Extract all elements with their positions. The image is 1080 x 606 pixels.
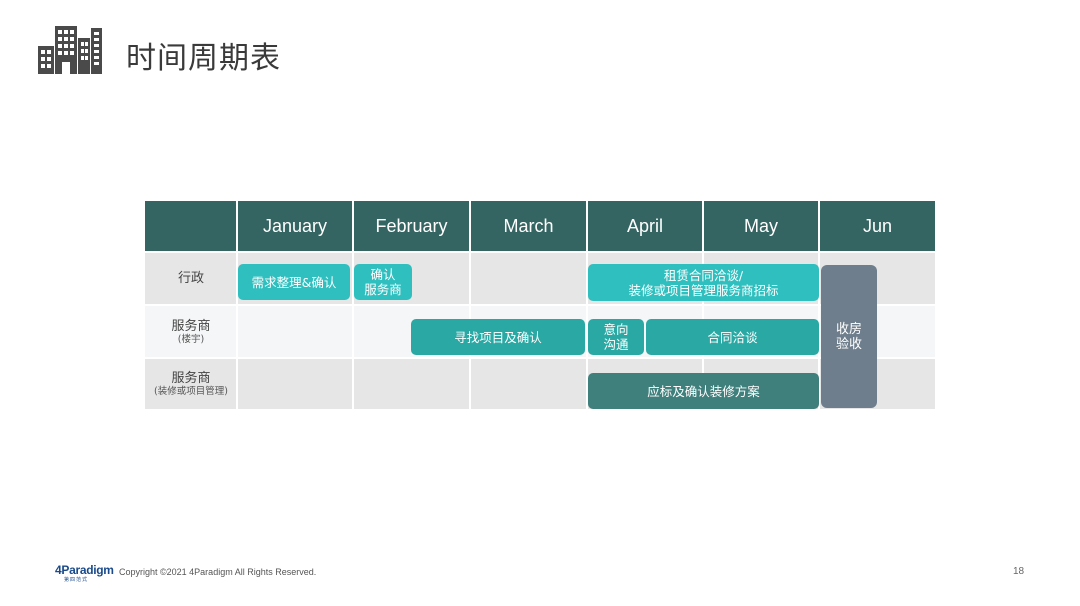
- task-label-line2: 服务商: [364, 282, 402, 297]
- task-contract-negotiation: 合同洽谈: [646, 319, 819, 355]
- schedule-table: January February March April May Jun 行政 …: [145, 201, 935, 409]
- task-find-project: 寻找项目及确认: [411, 319, 585, 355]
- task-label-line1: 意向: [603, 322, 629, 337]
- task-needs-confirmation: 需求整理&确认: [238, 264, 350, 300]
- copyright-text: Copyright ©2021 4Paradigm All Rights Res…: [119, 567, 317, 577]
- row-sublabel-text: (装修或项目管理): [154, 386, 228, 397]
- task-label: 寻找项目及确认: [454, 329, 542, 345]
- task-bid-renovation-plan: 应标及确认装修方案: [588, 373, 819, 409]
- column-header-january: January: [238, 201, 352, 251]
- task-label-line2: 装修或项目管理服务商招标: [628, 282, 779, 298]
- milestone-label-line1: 收房: [835, 321, 862, 337]
- task-intent-communication: 意向 沟通: [588, 319, 644, 355]
- row-label-vendor-renovation: 服务商 (装修或项目管理): [145, 359, 237, 409]
- milestone-label-line2: 验收: [835, 336, 862, 352]
- company-logo: 4Paradigm 第四范式: [55, 563, 114, 583]
- row-label-text: 服务商: [171, 318, 211, 334]
- logo-text: 4Paradigm: [55, 563, 114, 577]
- milestone-handover-inspection: 收房 验收: [821, 265, 877, 408]
- column-header-may: May: [704, 201, 818, 251]
- task-confirm-vendor: 确认 服务商: [354, 264, 412, 300]
- column-header-february: February: [354, 201, 469, 251]
- task-label: 需求整理&确认: [251, 274, 337, 290]
- column-header-march: March: [471, 201, 586, 251]
- page-title: 时间周期表: [126, 41, 281, 76]
- column-header-april: April: [588, 201, 702, 251]
- row-label-text: 行政: [177, 271, 204, 286]
- logo-subtext: 第四范式: [64, 577, 89, 583]
- column-header-jun: Jun: [820, 201, 935, 251]
- row-label-text: 服务商: [171, 371, 211, 386]
- row-label-vendor-building: 服务商 (楼宇): [145, 306, 237, 357]
- header-corner-cell: [145, 201, 236, 251]
- row-label-admin: 行政: [145, 253, 237, 304]
- task-label: 合同洽谈: [707, 329, 758, 345]
- buildings-icon: [38, 26, 102, 74]
- task-lease-negotiation: 租赁合同洽谈/ 装修或项目管理服务商招标: [588, 264, 819, 301]
- task-label-line1: 租赁合同洽谈/: [663, 267, 744, 283]
- task-label-line1: 确认: [370, 267, 396, 282]
- page-number: 18: [1013, 566, 1025, 577]
- row-sublabel-text: (楼宇): [177, 333, 205, 345]
- task-label: 应标及确认装修方案: [647, 383, 760, 399]
- task-label-line2: 沟通: [603, 337, 629, 352]
